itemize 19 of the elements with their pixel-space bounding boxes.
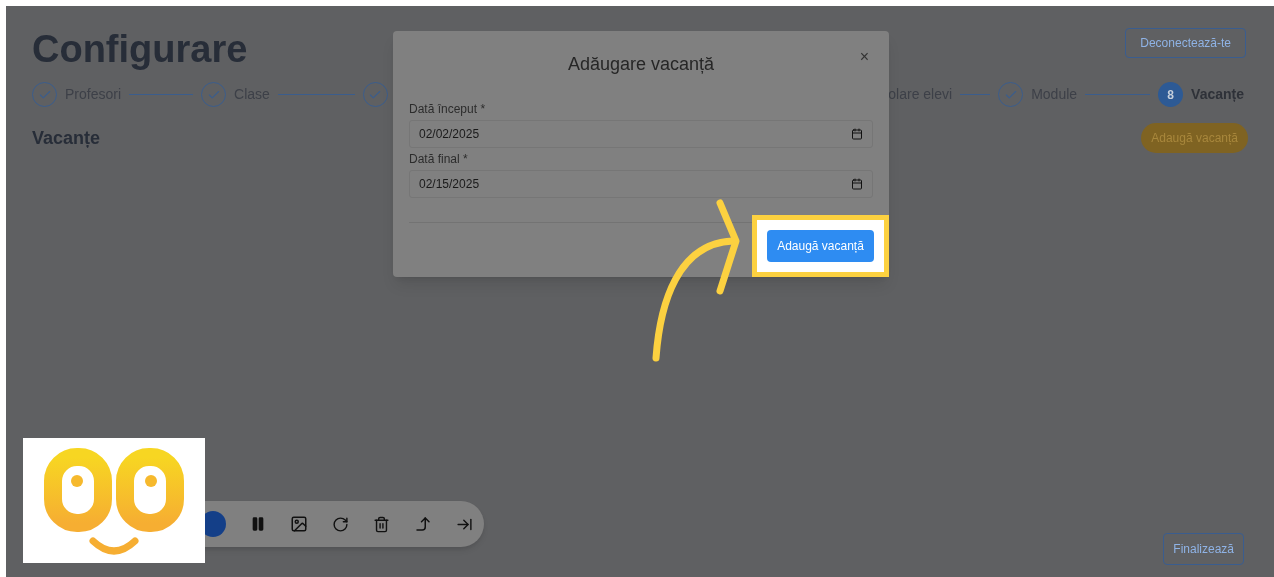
add-vacation-submit-button[interactable]: Adaugă vacanță <box>767 230 874 262</box>
close-button[interactable]: × <box>859 45 869 69</box>
page-title: Configurare <box>32 27 248 72</box>
section-title: Vacanțe <box>32 126 101 150</box>
dialog-title: Adăugare vacanță <box>567 53 715 76</box>
date-field[interactable]: 02/15/2025 <box>409 170 873 198</box>
logout-button[interactable]: Deconectează-te <box>1125 28 1246 58</box>
curved-up-arrow-icon[interactable] <box>414 515 432 533</box>
redo-icon[interactable] <box>332 515 349 533</box>
calendar-icon[interactable] <box>851 178 863 190</box>
date-field[interactable]: 02/02/2025 <box>409 120 873 148</box>
trash-icon[interactable] <box>373 515 390 533</box>
step-number: 8 <box>1158 82 1184 107</box>
finish-button[interactable]: Finalizează <box>1163 533 1244 565</box>
pause-icon[interactable] <box>250 516 266 532</box>
calendar-icon[interactable] <box>851 128 863 140</box>
field-label: Dată final * <box>409 151 469 168</box>
field-label: Dată început * <box>409 101 487 118</box>
image-icon[interactable] <box>290 515 308 533</box>
